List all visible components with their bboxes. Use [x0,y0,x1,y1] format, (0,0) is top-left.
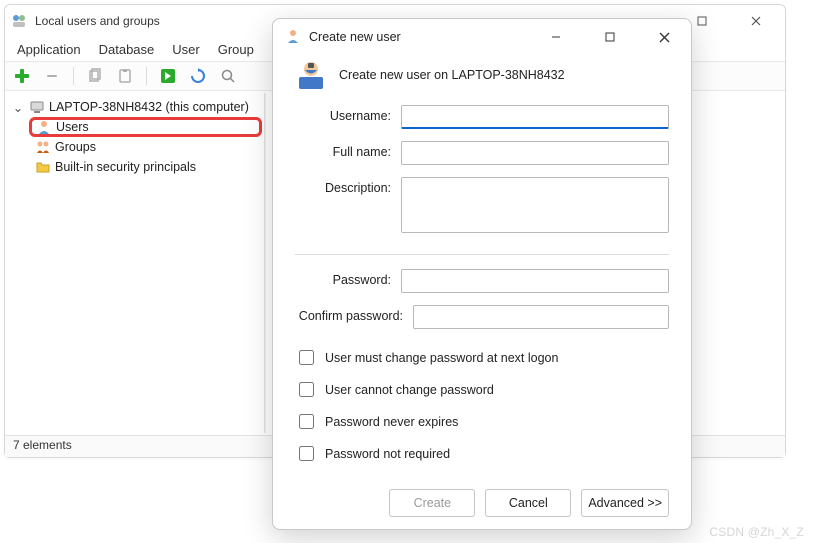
close-button[interactable] [733,5,779,37]
computer-icon [29,99,45,115]
dialog-titlebar: Create new user [273,19,691,55]
user-icon [285,28,301,47]
user-large-icon [295,59,327,91]
check-never-expires[interactable]: Password never expires [295,411,669,432]
toolbar-go-button[interactable] [157,65,179,87]
check-must-change-box[interactable] [299,350,314,365]
check-never-expires-box[interactable] [299,414,314,429]
tree-pane[interactable]: ⌄ LAPTOP-38NH8432 (this computer) Users [5,93,265,433]
description-input[interactable] [401,177,669,233]
folder-icon [35,159,51,175]
username-label: Username: [295,105,401,123]
refresh-icon [190,68,206,84]
tree-root[interactable]: ⌄ LAPTOP-38NH8432 (this computer) [7,97,262,117]
main-title: Local users and groups [35,14,160,28]
copy-icon [87,68,103,84]
toolbar-separator [146,67,147,85]
password-input[interactable] [401,269,669,293]
toolbar-refresh-button[interactable] [187,65,209,87]
dialog-body: Create new user on LAPTOP-38NH8432 Usern… [273,55,691,529]
tree-item-groups[interactable]: Groups [31,137,262,157]
check-label: Password never expires [325,415,458,429]
tree-label: Groups [55,140,96,154]
dialog-maximize-button[interactable] [587,21,633,53]
toolbar-copy-button[interactable] [84,65,106,87]
menu-database[interactable]: Database [99,42,155,57]
status-text: 7 elements [13,438,72,452]
check-cannot-change[interactable]: User cannot change password [295,379,669,400]
dialog-close-button[interactable] [641,21,687,53]
tree-item-builtin[interactable]: Built-in security principals [31,157,262,177]
tree-item-users[interactable]: Users [29,117,262,137]
toolbar-remove-button[interactable] [41,65,63,87]
advanced-button[interactable]: Advanced >> [581,489,669,517]
group-icon [35,139,51,155]
create-user-dialog: Create new user Create new user on LAPTO… [272,18,692,530]
fullname-input[interactable] [401,141,669,165]
description-label: Description: [295,177,401,195]
remove-icon [44,68,60,84]
check-label: Password not required [325,447,450,461]
add-icon [13,67,31,85]
check-label: User cannot change password [325,383,494,397]
check-must-change[interactable]: User must change password at next logon [295,347,669,368]
divider [295,254,669,255]
confirm-label: Confirm password: [295,305,413,323]
toolbar-add-button[interactable] [11,65,33,87]
cancel-button[interactable]: Cancel [485,489,571,517]
menu-application[interactable]: Application [17,42,81,57]
dialog-title: Create new user [309,30,401,44]
check-not-required[interactable]: Password not required [295,443,669,464]
menu-group[interactable]: Group [218,42,254,57]
tree-label: Built-in security principals [55,160,196,174]
tree-root-label: LAPTOP-38NH8432 (this computer) [49,100,249,114]
dialog-minimize-button[interactable] [533,21,579,53]
user-icon [36,119,52,135]
tree-label: Users [56,120,89,134]
toolbar-paste-button[interactable] [114,65,136,87]
fullname-label: Full name: [295,141,401,159]
paste-icon [117,68,133,84]
check-not-required-box[interactable] [299,446,314,461]
confirm-password-input[interactable] [413,305,669,329]
toolbar-separator [73,67,74,85]
go-icon [160,68,176,84]
chevron-down-icon[interactable]: ⌄ [11,100,25,115]
toolbar-search-button[interactable] [217,65,239,87]
username-input[interactable] [401,105,669,129]
dialog-subtitle: Create new user on LAPTOP-38NH8432 [339,68,565,82]
create-button[interactable]: Create [389,489,475,517]
watermark: CSDN @Zh_X_Z [709,525,804,539]
check-label: User must change password at next logon [325,351,558,365]
menu-user[interactable]: User [172,42,199,57]
password-label: Password: [295,269,401,287]
search-icon [220,68,236,84]
check-cannot-change-box[interactable] [299,382,314,397]
app-icon [11,13,27,29]
